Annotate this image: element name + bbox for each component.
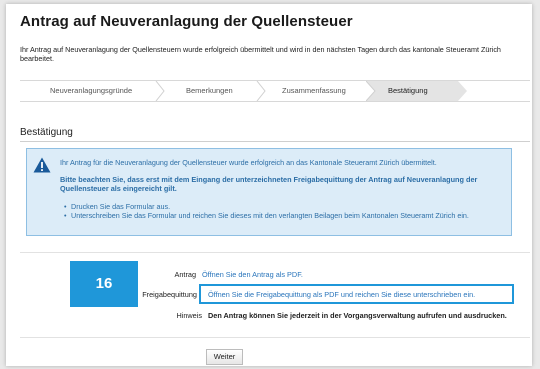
weiter-button[interactable]: Weiter	[206, 349, 243, 365]
warning-icon	[33, 157, 51, 173]
antrag-label: Antrag	[174, 270, 197, 279]
step-number-badge: 16	[70, 261, 138, 307]
divider	[20, 252, 530, 253]
antrag-pdf-link[interactable]: Öffnen Sie den Antrag als PDF.	[202, 270, 303, 279]
step-separator-icon	[155, 81, 165, 101]
intro-text: Ihr Antrag auf Neuveranlagung der Quelle…	[20, 45, 501, 63]
hinweis-text: Den Antrag können Sie jederzeit in der V…	[208, 311, 507, 320]
info-main-text: Ihr Antrag für die Neuveranlagung der Qu…	[60, 158, 437, 167]
section-title: Bestätigung	[20, 127, 73, 138]
section-divider	[20, 141, 530, 142]
info-notice-text: Bitte beachten Sie, dass erst mit dem Ei…	[60, 175, 478, 193]
step-separator-icon	[366, 81, 376, 101]
divider	[20, 337, 530, 338]
info-box: Ihr Antrag für die Neuveranlagung der Qu…	[26, 148, 512, 236]
page-title: Antrag auf Neuveranlagung der Quellenste…	[20, 13, 353, 30]
freigabe-pdf-link[interactable]: Öffnen Sie die Freigabequittung als PDF …	[208, 290, 475, 299]
step-bemerkungen[interactable]: Bemerkungen	[186, 81, 233, 101]
wizard-steps: Neuveranlagungsgründe Bemerkungen Zusamm…	[20, 80, 530, 102]
step-neuveranlagungsgruende[interactable]: Neuveranlagungsgründe	[50, 81, 132, 101]
step-separator-icon	[256, 81, 266, 101]
page-container: Antrag auf Neuveranlagung der Quellenste…	[6, 4, 532, 366]
step-separator-icon	[458, 81, 467, 101]
hinweis-label: Hinweis	[176, 311, 202, 320]
freigabe-label: Freigabequittung	[142, 290, 197, 299]
step-bestaetigung[interactable]: Bestätigung	[366, 81, 458, 101]
step-zusammenfassung[interactable]: Zusammenfassung	[282, 81, 346, 101]
info-list-item: Unterschreiben Sie das Formular und reic…	[64, 211, 504, 221]
info-list: Drucken Sie das Formular aus. Unterschre…	[64, 202, 504, 221]
